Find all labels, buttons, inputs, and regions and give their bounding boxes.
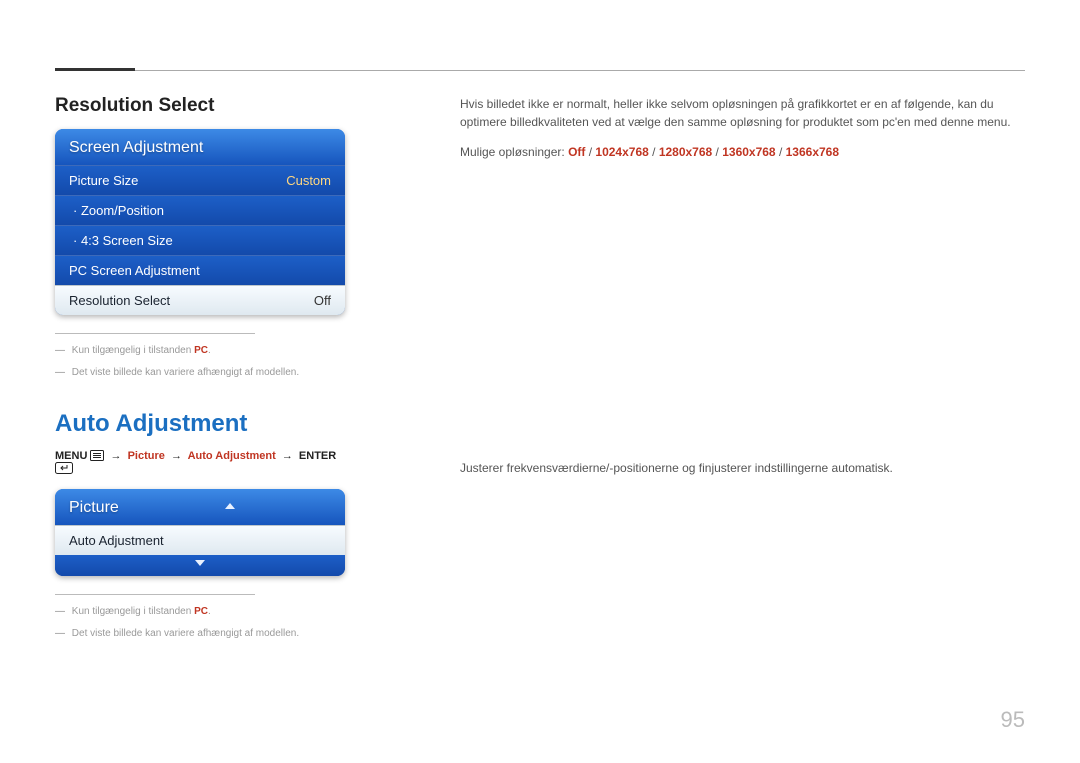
nav-enter-label: ENTER (299, 450, 336, 462)
option-separator: / (776, 145, 786, 159)
resolution-select-description: Hvis billedet ikke er normalt, heller ik… (460, 95, 1025, 131)
header-rule-bold (55, 68, 135, 71)
menu-item-pc-screen-adjustment[interactable]: PC Screen Adjustment (55, 255, 345, 285)
menu-item-label: Auto Adjustment (69, 533, 164, 548)
dash-icon: ― (55, 628, 65, 639)
triangle-up-icon[interactable] (225, 499, 235, 517)
footnote-image-vary: ― Det viste billede kan variere afhængig… (55, 366, 345, 380)
enter-icon (55, 462, 73, 474)
menu-item-zoom-position[interactable]: · Zoom/Position (55, 195, 345, 225)
right-column: Hvis billedet ikke er normalt, heller ik… (460, 95, 1025, 649)
arrow-right-icon: → (111, 450, 122, 462)
nav-picture-label: Picture (128, 450, 165, 462)
option-1366x768: 1366x768 (786, 145, 839, 159)
option-1024x768: 1024x768 (595, 145, 648, 159)
triangle-down-icon (195, 560, 205, 566)
menu-header-label: Picture (69, 499, 119, 517)
options-label: Mulige opløsninger: (460, 145, 568, 159)
auto-adjustment-description: Justerer frekvensværdierne/-positionerne… (460, 459, 1025, 477)
menu-header-picture: Picture (55, 489, 345, 525)
resolution-options-line: Mulige opløsninger: Off / 1024x768 / 128… (460, 143, 1025, 161)
menu-item-auto-adjustment[interactable]: Auto Adjustment (55, 525, 345, 555)
menu-item-43-screen-size[interactable]: · 4:3 Screen Size (55, 225, 345, 255)
dash-icon: ― (55, 606, 65, 617)
option-separator: / (585, 145, 595, 159)
menu-icon (90, 450, 104, 461)
nav-menu-label: MENU (55, 450, 87, 462)
footnote-text: Kun tilgængelig i tilstanden (72, 606, 194, 617)
arrow-right-icon: → (171, 450, 182, 462)
menu-item-label: · 4:3 Screen Size (73, 233, 173, 248)
footnote-period: . (208, 345, 211, 356)
menu-item-label: Resolution Select (69, 293, 170, 308)
footnote-text: Det viste billede kan variere afhængigt … (72, 367, 299, 378)
footnote-divider (55, 333, 255, 334)
arrow-right-icon: → (282, 450, 293, 462)
resolution-select-heading: Resolution Select (55, 95, 345, 117)
menu-header-screen-adjustment: Screen Adjustment (55, 129, 345, 165)
page-number: 95 (1001, 707, 1025, 733)
menu-scroll-down[interactable] (55, 555, 345, 576)
page-content: Resolution Select Screen Adjustment Pict… (0, 0, 1080, 689)
menu-item-value: Custom (286, 173, 331, 188)
dash-icon: ― (55, 367, 65, 378)
footnote-pc-only: ― Kun tilgængelig i tilstanden PC. (55, 605, 345, 619)
menu-item-label: · Zoom/Position (73, 203, 164, 218)
menu-item-value: Off (314, 293, 331, 308)
footnote-pc-label: PC (194, 345, 208, 356)
option-separator: / (649, 145, 659, 159)
footnote-pc-only: ― Kun tilgængelig i tilstanden PC. (55, 344, 345, 358)
menu-item-label: PC Screen Adjustment (69, 263, 200, 278)
dash-icon: ― (55, 345, 65, 356)
footnote-pc-label: PC (194, 606, 208, 617)
menu-item-picture-size[interactable]: Picture Size Custom (55, 165, 345, 195)
nav-auto-adjustment-label: Auto Adjustment (188, 450, 276, 462)
picture-menu: Picture Auto Adjustment (55, 489, 345, 576)
option-separator: / (712, 145, 722, 159)
option-off: Off (568, 145, 585, 159)
footnote-divider (55, 594, 255, 595)
navigation-path: MENU → Picture → Auto Adjustment → ENTER (55, 450, 345, 475)
left-column: Resolution Select Screen Adjustment Pict… (55, 95, 345, 649)
footnote-period: . (208, 606, 211, 617)
footnote-text: Det viste billede kan variere afhængigt … (72, 628, 299, 639)
header-rule (55, 70, 1025, 71)
auto-adjustment-heading: Auto Adjustment (55, 410, 345, 438)
option-1360x768: 1360x768 (722, 145, 775, 159)
screen-adjustment-menu: Screen Adjustment Picture Size Custom · … (55, 129, 345, 315)
option-1280x768: 1280x768 (659, 145, 712, 159)
menu-item-label: Picture Size (69, 173, 138, 188)
footnote-image-vary: ― Det viste billede kan variere afhængig… (55, 627, 345, 641)
menu-item-resolution-select[interactable]: Resolution Select Off (55, 285, 345, 315)
footnote-text: Kun tilgængelig i tilstanden (72, 345, 194, 356)
